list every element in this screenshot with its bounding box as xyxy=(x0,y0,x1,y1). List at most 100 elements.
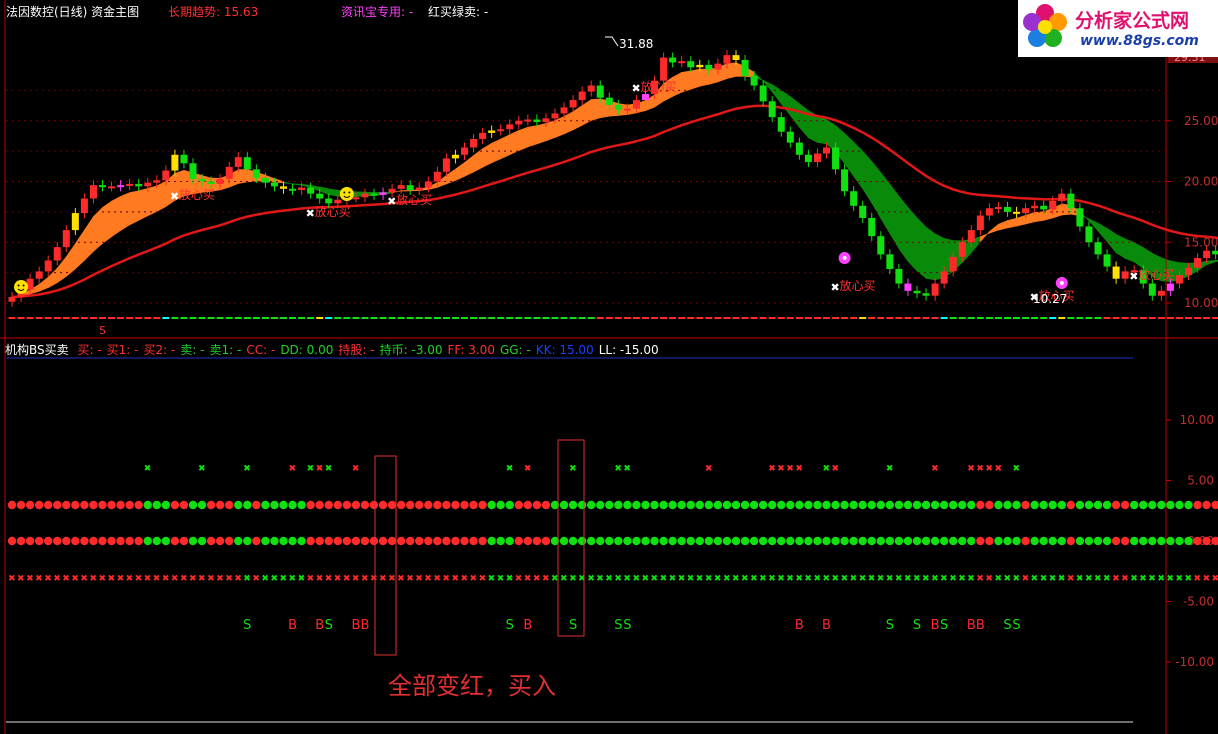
status-strip-segment xyxy=(696,317,704,319)
top-cross-marker: ✖ xyxy=(823,464,831,474)
indicator-value: KK: 15.00 xyxy=(535,343,594,357)
status-strip-segment xyxy=(99,317,106,319)
status-strip-segment xyxy=(768,317,776,319)
signal-dot-upper xyxy=(912,500,922,510)
ma-band-segment xyxy=(84,215,94,262)
candle-body xyxy=(162,170,170,181)
status-strip-segment xyxy=(171,317,179,319)
cross-marker: ✖ xyxy=(1103,574,1111,584)
status-strip-segment xyxy=(886,317,894,319)
status-strip-segment xyxy=(741,317,749,319)
status-strip-segment xyxy=(750,317,758,319)
signal-dot-lower xyxy=(1021,536,1030,546)
candle-body xyxy=(108,186,116,189)
signal-dot-upper xyxy=(351,500,361,510)
sell-letter: S xyxy=(569,618,577,633)
signal-dot-upper xyxy=(415,500,424,510)
cross-marker: ✖ xyxy=(307,574,315,584)
status-strip-segment xyxy=(985,317,993,319)
candle-body xyxy=(198,179,206,182)
indicator-value: 买: - xyxy=(77,343,102,357)
cross-marker: ✖ xyxy=(108,574,116,584)
candle-body xyxy=(623,108,631,111)
signal-dot-lower xyxy=(758,536,768,546)
candle-body xyxy=(1058,193,1066,201)
top-cross-marker: ✖ xyxy=(994,464,1002,474)
cross-marker: ✖ xyxy=(406,574,414,584)
status-strip-segment xyxy=(243,317,251,319)
cross-marker: ✖ xyxy=(913,574,921,584)
cross-marker: ✖ xyxy=(886,574,894,584)
cross-marker: ✖ xyxy=(795,574,803,584)
ma-band-segment xyxy=(400,190,411,192)
signal-dot-lower xyxy=(1012,536,1021,546)
signal-dot-lower xyxy=(614,536,623,546)
signal-dot-lower xyxy=(1102,536,1112,546)
status-strip-segment xyxy=(1166,317,1174,319)
cross-marker: ✖ xyxy=(804,574,812,584)
candle-body xyxy=(687,61,695,68)
cross-marker: ✖ xyxy=(931,574,939,584)
buy-signal-label: 放心买 xyxy=(315,204,351,219)
site-logo[interactable]: 分析家公式网 www.88gs.com xyxy=(1018,0,1218,57)
ma-band-segment xyxy=(590,98,601,121)
candle-body xyxy=(8,296,16,302)
cross-marker: ✖ xyxy=(135,574,143,584)
ma-band-segment xyxy=(907,206,918,272)
signal-dot-lower xyxy=(1157,536,1166,546)
cross-marker: ✖ xyxy=(379,574,387,584)
candle-body xyxy=(1085,226,1093,243)
ma-band-segment xyxy=(292,183,302,186)
cross-marker: ✖ xyxy=(506,574,514,584)
status-strip-segment xyxy=(198,317,206,319)
ma-band-segment xyxy=(1043,207,1054,221)
candle-body xyxy=(1067,193,1075,209)
candle-body xyxy=(135,183,143,187)
cross-marker: ✖ xyxy=(605,574,613,584)
candle-body xyxy=(433,171,441,182)
candle-body xyxy=(1166,283,1174,291)
indicator-name: 机构BS买卖 xyxy=(5,343,69,357)
signal-dot-upper xyxy=(487,500,496,510)
signal-dot-upper xyxy=(125,500,134,510)
signal-dot-lower xyxy=(912,536,922,546)
lower-axis-label: -5.00 xyxy=(1183,595,1214,609)
cross-marker: ✖ xyxy=(632,574,640,584)
signal-dot-upper xyxy=(713,500,723,510)
status-strip-segment xyxy=(117,317,125,319)
cross-marker: ✖ xyxy=(1212,574,1218,584)
signal-dot-upper xyxy=(804,500,813,510)
ma-band-segment xyxy=(129,190,139,226)
white-cross-marker: ✖ xyxy=(387,195,396,208)
status-strip-segment xyxy=(1022,317,1030,319)
top-cross-marker: ✖ xyxy=(506,464,514,474)
candle-body xyxy=(759,85,767,102)
signal-dot-lower xyxy=(532,536,542,546)
signal-dot-upper xyxy=(315,500,324,510)
ma-band-segment xyxy=(455,162,465,181)
cross-marker: ✖ xyxy=(1076,574,1084,584)
cross-marker: ✖ xyxy=(479,574,487,584)
signal-dot-upper xyxy=(62,500,71,510)
signal-dot-upper xyxy=(80,500,89,510)
cross-marker: ✖ xyxy=(1067,574,1075,584)
ma-band-segment xyxy=(708,67,719,85)
logo-title: 分析家公式网 xyxy=(1075,10,1190,32)
signal-dot-lower xyxy=(279,536,288,546)
cross-marker: ✖ xyxy=(759,574,767,584)
cross-marker: ✖ xyxy=(280,574,288,584)
chart-canvas: 25.0020.0015.0010.0029.31 ✖ 放心买✖ 放心买✖ 放心买✖ 放… xyxy=(0,0,1218,734)
status-strip-segment xyxy=(80,317,88,319)
ma-band-segment xyxy=(771,84,782,105)
ma-band-segment xyxy=(1025,212,1035,225)
signal-dot-lower xyxy=(650,536,659,546)
candle-body xyxy=(252,169,260,178)
cross-marker: ✖ xyxy=(1194,574,1202,584)
top-cross-marker: ✖ xyxy=(198,464,206,474)
signal-dot-lower xyxy=(170,536,180,546)
candle-body xyxy=(660,57,668,81)
candle-body xyxy=(994,207,1002,210)
ma-band-segment xyxy=(925,226,936,281)
cross-marker: ✖ xyxy=(1185,574,1193,584)
status-strip-segment xyxy=(415,317,423,319)
